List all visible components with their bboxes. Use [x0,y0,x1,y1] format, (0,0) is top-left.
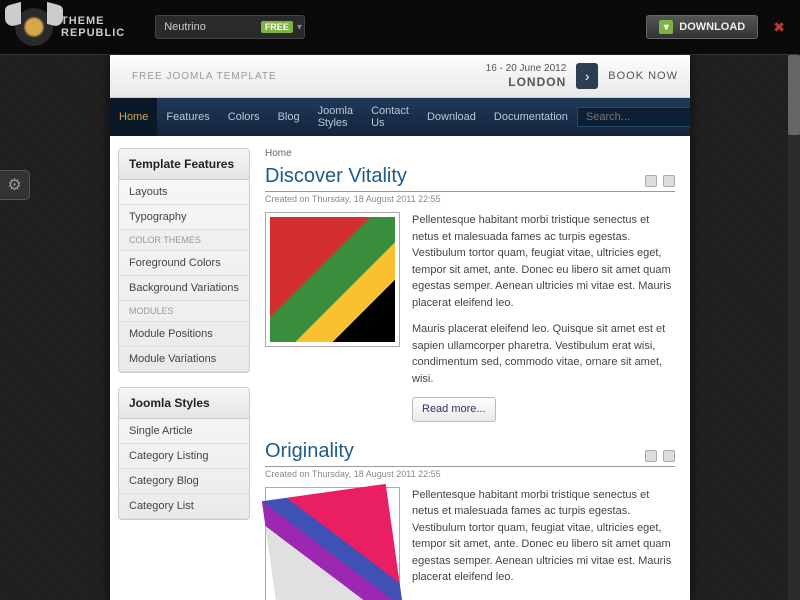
brand-logo[interactable]: THEME REPUBLIC [15,8,125,46]
article-copy: Pellentesque habitant morbi tristique se… [412,212,675,422]
sidebar-item-typography[interactable]: Typography [119,205,249,230]
sidebar-title: Template Features [119,149,249,180]
selector-value: Neutrino [164,21,206,33]
nav-colors[interactable]: Colors [219,98,269,136]
sidebar-box-styles: Joomla Styles Single Article Category Li… [118,387,250,520]
download-button[interactable]: ▾ DOWNLOAD [646,15,758,39]
breadcrumb[interactable]: Home [265,148,675,159]
close-icon[interactable]: ✖ [773,19,785,36]
nav-download[interactable]: Download [418,98,485,136]
nav-features[interactable]: Features [157,98,218,136]
print-icon[interactable] [663,175,675,187]
article: Originality Created on Thursday, 18 Augu… [265,440,675,600]
article-copy: Pellentesque habitant morbi tristique se… [412,487,675,600]
article-title[interactable]: Discover Vitality [265,165,675,192]
nav-contact[interactable]: Contact Us [362,98,418,136]
article-tools [645,175,675,187]
chevron-right-icon[interactable]: › [576,63,598,89]
article-thumbnail[interactable] [265,487,400,600]
print-icon[interactable] [663,450,675,462]
article-meta: Created on Thursday, 18 August 2011 22:5… [265,469,675,479]
main-content: Home Discover Vitality Created on Thursd… [250,136,690,600]
sidebar-item-fg-colors[interactable]: Foreground Colors [119,251,249,276]
theme-selector[interactable]: Neutrino FREE ▾ [155,15,305,39]
sidebar-item-category-listing[interactable]: Category Listing [119,444,249,469]
template-subtitle: FREE JOOMLA TEMPLATE [122,71,277,82]
nav-documentation[interactable]: Documentation [485,98,577,136]
sidebar-box-features: Template Features Layouts Typography COL… [118,148,250,373]
email-icon[interactable] [645,450,657,462]
wings-icon [15,8,53,46]
nav-home[interactable]: Home [110,98,157,136]
nav-blog[interactable]: Blog [269,98,309,136]
read-more-button[interactable]: Read more... [412,397,496,422]
nav-joomla-styles[interactable]: Joomla Styles [309,98,362,136]
sidebar-item-single-article[interactable]: Single Article [119,419,249,444]
sidebar-item-module-variations[interactable]: Module Variations [119,347,249,372]
sidebar-item-layouts[interactable]: Layouts [119,180,249,205]
book-now-link[interactable]: BOOK NOW [608,70,678,82]
sidebar-item-category-list[interactable]: Category List [119,494,249,519]
gear-icon[interactable]: ⚙ [0,170,30,200]
event-banner: FREE JOOMLA TEMPLATE 16 - 20 June 2012 L… [110,55,690,98]
sidebar-heading-colors: COLOR THEMES [119,230,249,251]
sidebar-title: Joomla Styles [119,388,249,419]
search-input[interactable] [577,107,690,127]
top-toolbar: THEME REPUBLIC Neutrino FREE ▾ ▾ DOWNLOA… [0,0,800,55]
vertical-scrollbar[interactable] [788,55,800,600]
article-thumbnail[interactable] [265,212,400,347]
article-tools [645,450,675,462]
download-icon: ▾ [659,20,673,34]
main-nav: Home Features Colors Blog Joomla Styles … [110,98,690,136]
sidebar-heading-modules: MODULES [119,301,249,322]
event-date: 16 - 20 June 2012 LONDON [486,62,567,91]
brand-text: THEME REPUBLIC [61,15,125,39]
email-icon[interactable] [645,175,657,187]
article-title[interactable]: Originality [265,440,675,467]
free-badge: FREE [261,21,293,33]
page-container: FREE JOOMLA TEMPLATE 16 - 20 June 2012 L… [110,55,690,600]
sidebar-item-bg-variations[interactable]: Background Variations [119,276,249,301]
article: Discover Vitality Created on Thursday, 1… [265,165,675,422]
chevron-down-icon: ▾ [297,22,302,33]
sidebar-item-category-blog[interactable]: Category Blog [119,469,249,494]
article-meta: Created on Thursday, 18 August 2011 22:5… [265,194,675,204]
sidebar: Template Features Layouts Typography COL… [110,136,250,600]
sidebar-item-module-positions[interactable]: Module Positions [119,322,249,347]
